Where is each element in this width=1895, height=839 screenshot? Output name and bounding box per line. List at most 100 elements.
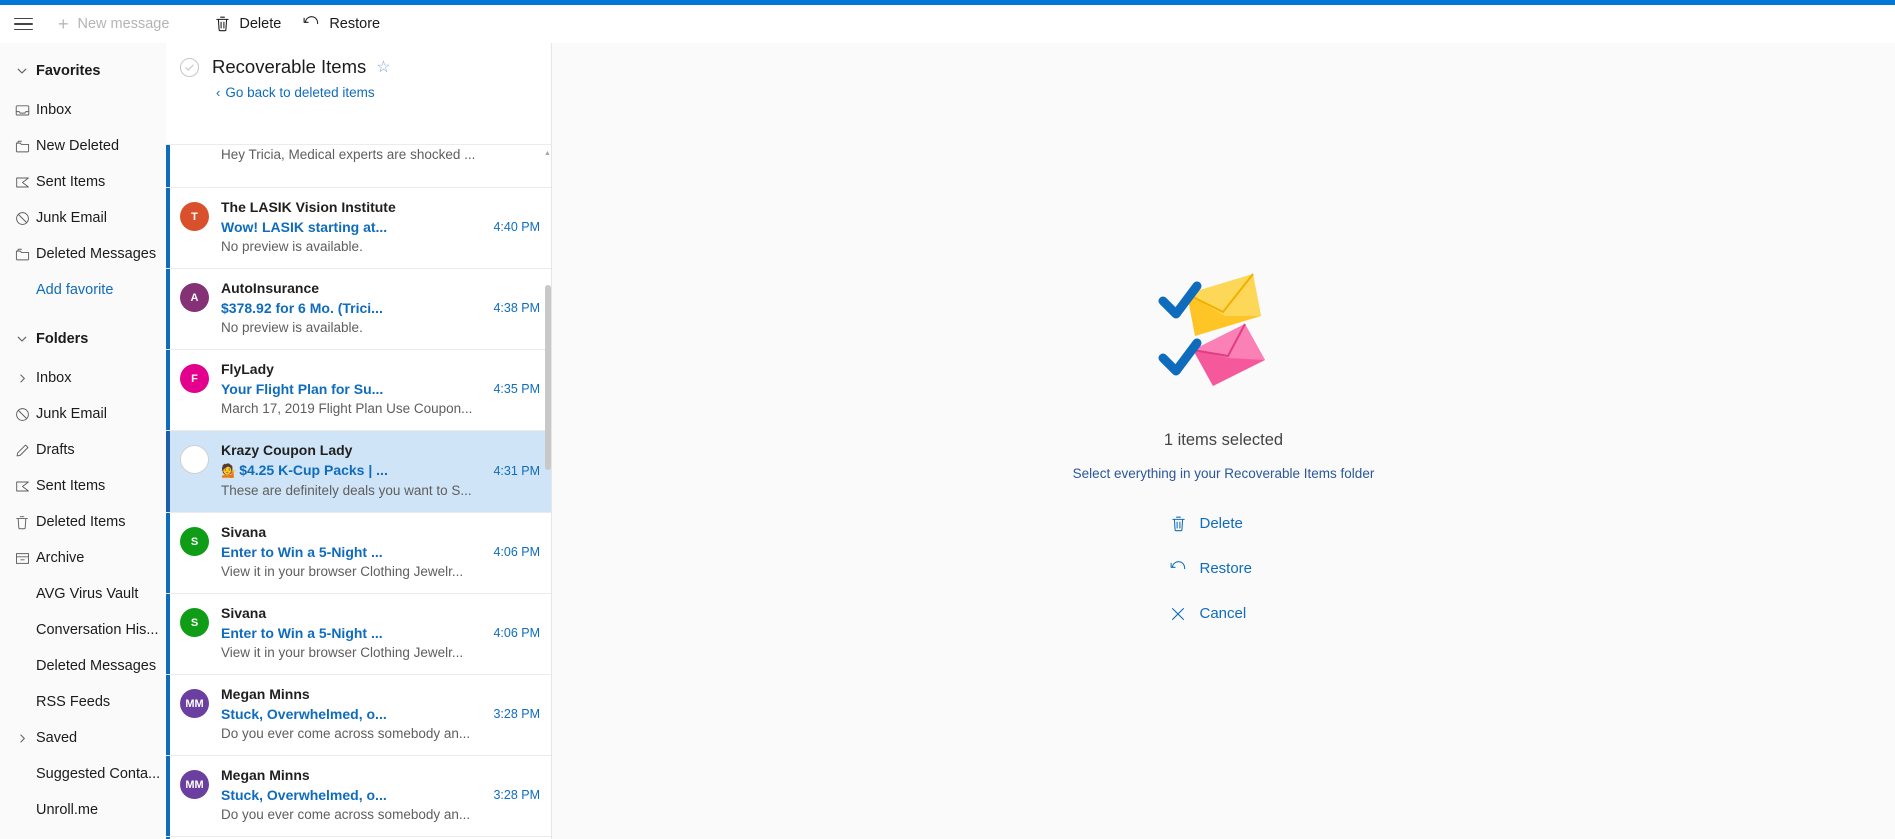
reading-pane: 1 items selected Select everything in yo… <box>552 43 1895 839</box>
selection-actions: Delete Restore Cancel <box>1164 507 1284 630</box>
message-checkbox[interactable] <box>180 445 209 474</box>
trash-icon <box>215 16 230 32</box>
sidebar-item-deleted-items[interactable]: Deleted Items <box>0 504 166 540</box>
sidebar-item-deleted-messages-fav[interactable]: Deleted Messages <box>0 236 166 272</box>
sidebar-item-label: AVG Virus Vault <box>36 586 139 602</box>
star-outline-icon[interactable]: ☆ <box>376 57 390 77</box>
sidebar-item-sent-items[interactable]: Sent Items <box>0 468 166 504</box>
inbox-icon <box>8 103 36 118</box>
table-row[interactable]: F FlyLady Your Flight Plan for Su... 4:3… <box>166 350 552 431</box>
close-icon <box>1170 607 1187 621</box>
sidebar-item-avg-virus-vault[interactable]: AVG Virus Vault <box>0 576 166 612</box>
folder-icon <box>8 247 36 262</box>
new-message-button[interactable]: + New message <box>46 5 181 43</box>
avatar: S <box>180 608 209 637</box>
sidebar-item-archive[interactable]: Archive <box>0 540 166 576</box>
message-subject: Wow! LASIK starting at... <box>221 219 388 235</box>
sidebar-item-deleted-messages[interactable]: Deleted Messages <box>0 648 166 684</box>
table-row[interactable]: Krazy Coupon Lady 💁 $4.25 K-Cup Packs | .… <box>166 431 552 513</box>
message-timestamp: 4:35 PM <box>493 382 540 396</box>
table-row[interactable]: MM Megan Minns Stuck, Overwhelmed, o... … <box>166 675 552 756</box>
sidebar: Favorites Inbox New Deleted Sent Items J <box>0 43 166 839</box>
app-launcher-icon[interactable] <box>0 5 46 43</box>
delete-button[interactable]: Delete <box>204 5 292 43</box>
command-bar: + New message Delete Restore <box>0 5 1895 43</box>
chevron-left-icon: ‹ <box>216 85 221 100</box>
sidebar-item-label: Junk Email <box>36 406 107 422</box>
sidebar-item-junk-email-fav[interactable]: Junk Email <box>0 200 166 236</box>
message-subject: $378.92 for 6 Mo. (Trici... <box>221 300 383 316</box>
go-back-to-deleted-items-link[interactable]: ‹ Go back to deleted items <box>166 85 552 100</box>
avatar-initials: A <box>190 291 199 304</box>
table-row[interactable]: S Sivana Enter to Win a 5-Night ... 4:06… <box>166 594 552 675</box>
table-row[interactable]: MM Megan Minns Stuck, Overwhelmed, o... … <box>166 756 552 837</box>
avatar: S <box>180 527 209 556</box>
sidebar-item-sent-items-fav[interactable]: Sent Items <box>0 164 166 200</box>
add-favorite-button[interactable]: Add favorite <box>0 272 166 308</box>
message-list-panel: Recoverable Items ☆ ‹ Go back to deleted… <box>166 43 552 839</box>
message-sender: Sivana <box>221 605 267 621</box>
sidebar-item-label: RSS Feeds <box>36 694 111 710</box>
chevron-down-icon <box>8 333 36 345</box>
restore-action-button[interactable]: Restore <box>1164 552 1284 585</box>
folders-group-header[interactable]: Folders <box>0 317 166 360</box>
sidebar-item-label: Sent Items <box>36 478 106 494</box>
new-message-label: New message <box>77 16 170 32</box>
cancel-action-button[interactable]: Cancel <box>1164 597 1284 630</box>
sidebar-item-label: Unroll.me <box>36 802 99 818</box>
restore-icon <box>303 16 320 32</box>
delete-label: Delete <box>239 16 282 32</box>
sidebar-item-label: Junk Email <box>36 210 107 226</box>
favorites-group-header[interactable]: Favorites <box>0 49 166 92</box>
sidebar-item-junk-email[interactable]: Junk Email <box>0 396 166 432</box>
message-subject: Enter to Win a 5-Night ... <box>221 625 383 641</box>
table-row[interactable]: A AutoInsurance $378.92 for 6 Mo. (Trici… <box>166 269 552 350</box>
chevron-down-icon <box>8 65 36 77</box>
delete-action-button[interactable]: Delete <box>1164 507 1284 540</box>
restore-button[interactable]: Restore <box>292 5 391 43</box>
select-everything-link[interactable]: Select everything in your Recoverable It… <box>1073 466 1375 481</box>
table-row[interactable]: S Sivana Enter to Win a 5-Night ... 4:06… <box>166 513 552 594</box>
sidebar-item-unroll-me[interactable]: Unroll.me <box>0 792 166 828</box>
outlook-web-app: + New message Delete Restore Favorites I… <box>0 0 1895 839</box>
go-back-label: Go back to deleted items <box>225 85 375 100</box>
sidebar-item-label: Deleted Items <box>36 514 126 530</box>
message-preview: Hey Tricia, Medical experts are shocked … <box>221 147 476 162</box>
avatar-initials: F <box>191 372 198 385</box>
sidebar-item-label: Sent Items <box>36 174 106 190</box>
chevron-right-icon[interactable] <box>8 733 36 744</box>
scrollbar-thumb[interactable] <box>544 285 551 470</box>
sidebar-item-new-deleted[interactable]: New Deleted <box>0 128 166 164</box>
sidebar-item-label: Deleted Messages <box>36 246 157 262</box>
sidebar-item-inbox[interactable]: Inbox <box>0 360 166 396</box>
sidebar-item-conversation-history[interactable]: Conversation His... <box>0 612 166 648</box>
chevron-right-icon[interactable] <box>8 373 36 384</box>
avatar-initials: T <box>191 210 198 223</box>
avatar: MM <box>180 689 209 718</box>
message-preview: No preview is available. <box>221 239 363 254</box>
sidebar-item-label: Drafts <box>36 442 75 458</box>
sidebar-item-drafts[interactable]: Drafts <box>0 432 166 468</box>
sidebar-item-rss-feeds[interactable]: RSS Feeds <box>0 684 166 720</box>
message-list-scroll-viewport[interactable]: Hey Tricia, Medical experts are shocked … <box>166 145 552 839</box>
sidebar-item-label: Suggested Conta... <box>36 766 161 782</box>
envelopes-checkmarks-illustration <box>1149 258 1299 393</box>
restore-icon <box>1170 560 1187 577</box>
sidebar-item-inbox-fav[interactable]: Inbox <box>0 92 166 128</box>
table-row[interactable]: T The LASIK Vision Institute Wow! LASIK … <box>166 188 552 269</box>
sidebar-item-saved[interactable]: Saved <box>0 720 166 756</box>
message-list-header: Recoverable Items ☆ ‹ Go back to deleted… <box>166 43 552 102</box>
message-subject-text: $4.25 K-Cup Packs | ... <box>239 462 388 478</box>
send-icon <box>8 175 36 190</box>
folders-group-label: Folders <box>36 330 89 347</box>
table-row[interactable]: Hey Tricia, Medical experts are shocked … <box>166 145 552 188</box>
avatar-initials: S <box>190 535 199 548</box>
select-all-circle-icon[interactable] <box>180 57 199 77</box>
message-sender: Megan Minns <box>221 767 310 783</box>
avatar: T <box>180 202 209 231</box>
avatar: MM <box>180 770 209 799</box>
page-title: Recoverable Items <box>212 56 367 77</box>
message-sender: Megan Minns <box>221 686 310 702</box>
sidebar-item-suggested-contacts[interactable]: Suggested Conta... <box>0 756 166 792</box>
message-preview: Do you ever come across somebody an... <box>221 807 471 822</box>
